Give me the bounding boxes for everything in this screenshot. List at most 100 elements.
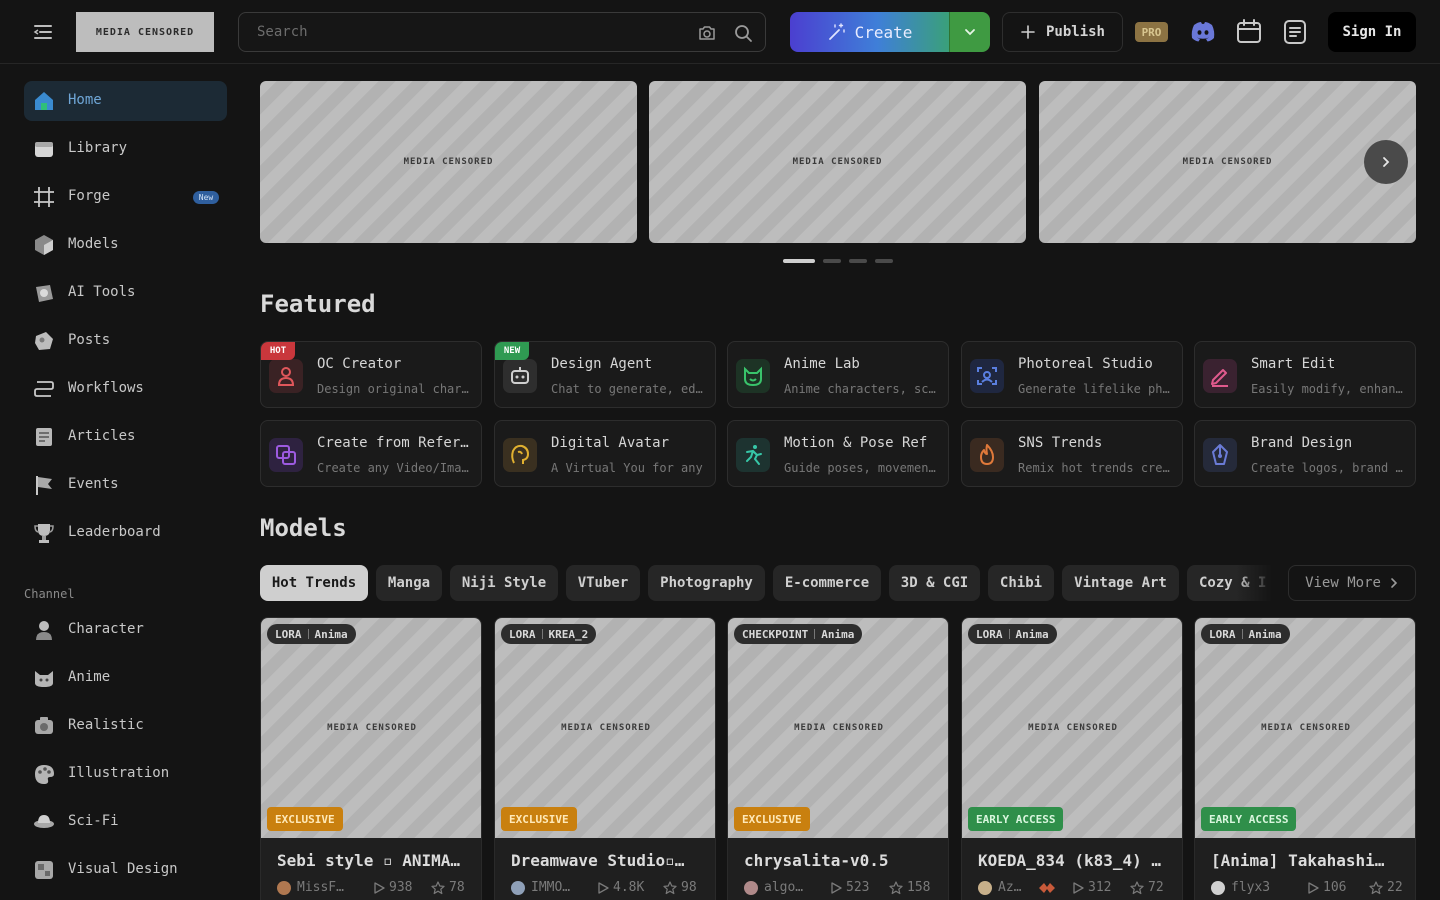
tab-manga[interactable]: Manga xyxy=(376,565,442,601)
model-card[interactable]: MEDIA CENSORED LORA Anima EARLY ACCESS KO… xyxy=(961,617,1183,900)
sidebar-item-articles[interactable]: Articles xyxy=(24,417,227,457)
featured-card-digital-avatar[interactable]: Digital Avatar A Virtual You for any xyxy=(494,420,716,487)
sidebar-item-leaderboard[interactable]: Leaderboard xyxy=(24,513,227,553)
document-icon[interactable] xyxy=(1281,18,1309,46)
camera-icon[interactable] xyxy=(697,23,717,43)
sidebar-item-ai-tools[interactable]: AI Tools xyxy=(24,273,227,313)
tab-vtuber[interactable]: VTuber xyxy=(566,565,640,601)
sidebar-item-home[interactable]: Home xyxy=(24,81,227,121)
magic-wand-icon xyxy=(828,23,845,40)
tab-vintage-art[interactable]: Vintage Art xyxy=(1062,565,1179,601)
avatar[interactable] xyxy=(1211,881,1225,895)
model-title: Sebi style ▫ ANIMA… xyxy=(277,851,461,870)
avatar[interactable] xyxy=(511,881,525,895)
tab-hot-trends[interactable]: Hot Trends xyxy=(260,565,368,601)
sidebar-item-events[interactable]: Events xyxy=(24,465,227,505)
model-title: Dreamwave Studio▫… xyxy=(511,851,685,870)
sidebar-item-label: Leaderboard xyxy=(68,524,161,540)
home-icon xyxy=(33,90,55,112)
calendar-icon[interactable] xyxy=(1235,18,1263,46)
sidebar-item-label: Events xyxy=(68,476,119,492)
search-icon[interactable] xyxy=(733,23,753,43)
model-card[interactable]: MEDIA CENSORED LORA Anima EXCLUSIVE Sebi … xyxy=(260,617,482,900)
model-author[interactable]: flyx3 xyxy=(1231,880,1287,895)
new-badge: New xyxy=(193,191,219,204)
sidebar-item-anime[interactable]: Anime xyxy=(24,658,227,698)
featured-card-design-agent[interactable]: NEW Design Agent Chat to generate, edit xyxy=(494,341,716,408)
sidebar-item-sci-fi[interactable]: Sci-Fi xyxy=(24,802,227,842)
pro-badge[interactable]: PRO xyxy=(1135,22,1168,42)
sidebar-item-forge[interactable]: Forge New xyxy=(24,177,227,217)
star-count[interactable]: 78 xyxy=(431,880,465,895)
featured-card-oc-creator[interactable]: HOT OC Creator Design original character… xyxy=(260,341,482,408)
star-count[interactable]: 98 xyxy=(663,880,697,895)
model-type: CHECKPOINT xyxy=(742,627,809,641)
create-button-group: Create xyxy=(790,12,990,52)
publish-button[interactable]: Publish xyxy=(1002,12,1123,52)
tab-chibi[interactable]: Chibi xyxy=(988,565,1054,601)
model-thumbnail: MEDIA CENSORED xyxy=(728,618,948,838)
carousel-dot[interactable] xyxy=(875,259,893,263)
discord-icon[interactable] xyxy=(1188,18,1216,46)
sidebar-item-character[interactable]: Character xyxy=(24,610,227,650)
hot-tag: HOT xyxy=(261,342,295,360)
play-icon xyxy=(831,881,842,894)
model-author[interactable]: IMMO… xyxy=(531,880,595,895)
banner-slide[interactable]: MEDIA CENSORED xyxy=(649,81,1026,243)
carousel-next-button[interactable] xyxy=(1364,140,1408,184)
flame-icon xyxy=(970,438,1004,472)
featured-card-create-from-reference[interactable]: Create from Reference Create any Video/I… xyxy=(260,420,482,487)
carousel-dot[interactable] xyxy=(849,259,867,263)
ai-tools-icon xyxy=(33,282,55,304)
create-button[interactable]: Create xyxy=(790,12,949,52)
featured-card-title: Photoreal Studio xyxy=(1018,356,1153,372)
sidebar-item-illustration[interactable]: Illustration xyxy=(24,754,227,794)
featured-card-anime-lab[interactable]: Anime Lab Anime characters, scenes xyxy=(727,341,949,408)
create-dropdown-button[interactable] xyxy=(949,12,990,52)
create-from-reference-icon xyxy=(269,438,303,472)
model-card[interactable]: MEDIA CENSORED CHECKPOINT Anima EXCLUSIVE… xyxy=(727,617,949,900)
featured-card-photoreal-studio[interactable]: Photoreal Studio Generate lifelike photo… xyxy=(961,341,1183,408)
model-card[interactable]: MEDIA CENSORED LORA Anima EARLY ACCESS [A… xyxy=(1194,617,1416,900)
sidebar-item-models[interactable]: Models xyxy=(24,225,227,265)
sidebar-item-workflows[interactable]: Workflows xyxy=(24,369,227,409)
model-meta: Az… 312 72 xyxy=(978,880,1178,898)
star-count[interactable]: 158 xyxy=(889,880,930,895)
search-input[interactable] xyxy=(257,13,677,51)
run-count: 312 xyxy=(1072,880,1111,895)
run-count: 523 xyxy=(830,880,869,895)
menu-icon[interactable] xyxy=(32,22,54,42)
models-icon xyxy=(33,234,55,256)
star-count[interactable]: 72 xyxy=(1130,880,1164,895)
view-more-button[interactable]: View More xyxy=(1288,565,1416,601)
model-author[interactable]: algo… xyxy=(764,880,828,895)
sidebar-item-realistic[interactable]: Realistic xyxy=(24,706,227,746)
sidebar-item-posts[interactable]: Posts xyxy=(24,321,227,361)
carousel-dot[interactable] xyxy=(823,259,841,263)
model-card[interactable]: MEDIA CENSORED LORA KREA_2 EXCLUSIVE Drea… xyxy=(494,617,716,900)
star-count[interactable]: 22 xyxy=(1369,880,1403,895)
banner-slide[interactable]: MEDIA CENSORED xyxy=(260,81,637,243)
chevron-down-icon xyxy=(965,29,975,36)
sign-in-button[interactable]: Sign In xyxy=(1328,12,1416,52)
featured-card-motion-pose-ref[interactable]: Motion & Pose Ref Guide poses, movements xyxy=(727,420,949,487)
tab-photography[interactable]: Photography xyxy=(648,565,765,601)
sidebar-item-library[interactable]: Library xyxy=(24,129,227,169)
tab-niji-style[interactable]: Niji Style xyxy=(450,565,558,601)
logo[interactable]: MEDIA CENSORED xyxy=(76,12,214,52)
avatar[interactable] xyxy=(277,881,291,895)
avatar[interactable] xyxy=(744,881,758,895)
featured-card-sns-trends[interactable]: SNS Trends Remix hot trends creatively xyxy=(961,420,1183,487)
model-author[interactable]: MissF… xyxy=(297,880,361,895)
model-author[interactable]: Az… xyxy=(998,880,1034,895)
avatar[interactable] xyxy=(978,881,992,895)
carousel-dot[interactable] xyxy=(783,259,815,263)
tab-e-commerce[interactable]: E-commerce xyxy=(773,565,881,601)
star-icon xyxy=(1130,880,1144,894)
banner-slide[interactable]: MEDIA CENSORED xyxy=(1039,81,1416,243)
tab-3d-cgi[interactable]: 3D & CGI xyxy=(889,565,980,601)
featured-card-smart-edit[interactable]: Smart Edit Easily modify, enhance xyxy=(1194,341,1416,408)
model-type-pill: CHECKPOINT Anima xyxy=(734,624,863,644)
sidebar-item-visual-design[interactable]: Visual Design xyxy=(24,850,227,890)
featured-card-brand-design[interactable]: Brand Design Create logos, brand assets xyxy=(1194,420,1416,487)
